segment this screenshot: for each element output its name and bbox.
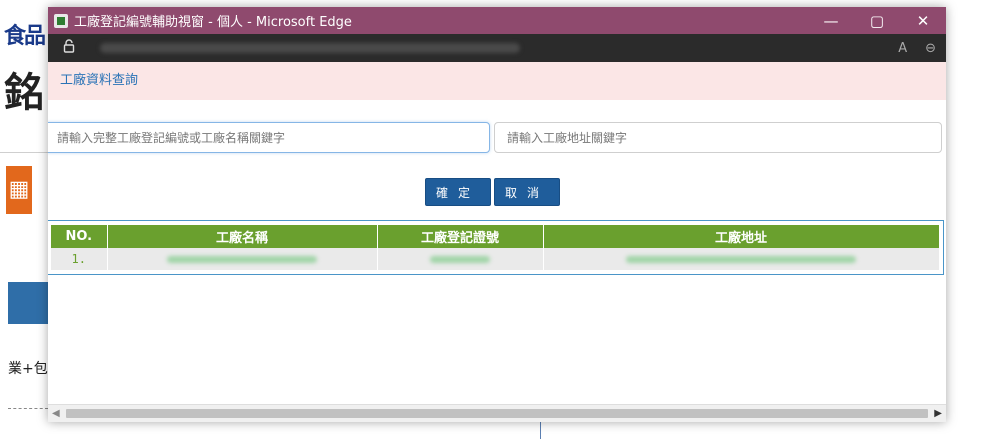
- col-header-factory-name: 工廠名稱: [107, 225, 378, 248]
- minimize-button[interactable]: —: [808, 7, 854, 34]
- page-content: 工廠資料查詢 請輸入完整工廠登記編號或工廠名稱關鍵字 請輸入工廠地址關鍵字 確定…: [48, 62, 946, 422]
- cancel-button[interactable]: 取消: [494, 178, 560, 206]
- factory-name-redacted[interactable]: [107, 248, 378, 270]
- scroll-left-arrow-icon[interactable]: ◀: [52, 408, 60, 419]
- read-aloud-icon[interactable]: A: [898, 41, 907, 56]
- address-bar: A ⊖: [48, 34, 946, 62]
- registration-no-redacted[interactable]: [377, 248, 544, 270]
- window-title: 工廠登記編號輔助視窗 - 個人 - Microsoft Edge: [74, 15, 352, 30]
- background-right: [946, 0, 1008, 439]
- col-header-address: 工廠地址: [543, 225, 940, 248]
- address-search-input[interactable]: 請輸入工廠地址關鍵字: [494, 122, 942, 153]
- section-title: 工廠資料查詢: [48, 62, 946, 100]
- lock-icon[interactable]: [62, 39, 76, 57]
- results-table: NO. 工廠名稱 工廠登記證號 工廠地址 1.: [51, 225, 940, 270]
- close-button[interactable]: ✕: [900, 7, 946, 34]
- confirm-button[interactable]: 確定: [425, 178, 491, 206]
- building-icon[interactable]: ▦: [6, 166, 32, 214]
- app-icon: [54, 13, 68, 28]
- col-header-registration-no: 工廠登記證號: [377, 225, 544, 248]
- col-header-no: NO.: [51, 225, 108, 248]
- zoom-icon[interactable]: ⊖: [925, 41, 936, 56]
- popup-window: 工廠登記編號輔助視窗 - 個人 - Microsoft Edge — ▢ ✕ A…: [48, 7, 946, 422]
- scroll-right-arrow-icon[interactable]: ▶: [934, 408, 942, 419]
- horizontal-scrollbar[interactable]: ◀ ▶: [48, 404, 946, 422]
- search-row: 請輸入完整工廠登記編號或工廠名稱關鍵字 請輸入工廠地址關鍵字: [48, 122, 944, 155]
- scrollbar-thumb[interactable]: [66, 409, 928, 418]
- background-divider: [0, 152, 48, 153]
- address-redacted[interactable]: [543, 248, 940, 270]
- row-number: 1.: [51, 248, 108, 270]
- background-vertical-line: [540, 420, 541, 439]
- background-blue-block: [8, 282, 48, 324]
- action-buttons: 確定 取消: [425, 178, 560, 206]
- window-titlebar[interactable]: 工廠登記編號輔助視窗 - 個人 - Microsoft Edge — ▢ ✕: [48, 7, 946, 34]
- background-text: 業+包: [8, 361, 48, 377]
- background-logo: 銘: [4, 70, 44, 116]
- factory-search-input[interactable]: 請輸入完整工廠登記編號或工廠名稱關鍵字: [48, 122, 490, 153]
- background-heading: 食品: [4, 24, 46, 49]
- background-page: 食品 銘 ▦ 業+包: [0, 0, 48, 439]
- results-table-container: NO. 工廠名稱 工廠登記證號 工廠地址 1.: [48, 220, 944, 275]
- url-text-redacted[interactable]: [100, 43, 520, 53]
- window-controls: — ▢ ✕: [808, 7, 946, 34]
- background-dashed-line: [8, 408, 48, 409]
- maximize-button[interactable]: ▢: [854, 7, 900, 34]
- table-row[interactable]: 1.: [51, 248, 940, 270]
